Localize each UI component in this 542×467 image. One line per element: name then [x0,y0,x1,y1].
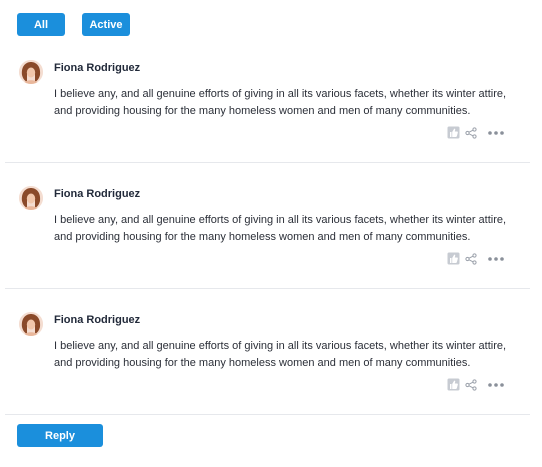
comment-text: I believe any, and all genuine efforts o… [54,340,507,369]
more-dots-icon[interactable] [487,127,505,139]
avatar[interactable] [19,312,43,336]
comment-author[interactable]: Fiona Rodriguez [54,314,140,326]
share-icon[interactable] [465,378,477,391]
divider [5,414,530,415]
thumbs-up-icon[interactable] [447,252,460,265]
avatar-image [19,186,43,210]
comment-author[interactable]: Fiona Rodriguez [54,188,140,200]
comment-author[interactable]: Fiona Rodriguez [54,62,140,74]
comment-text: I believe any, and all genuine efforts o… [54,214,507,243]
filter-active-button[interactable]: Active [82,13,130,36]
share-icon[interactable] [465,252,477,265]
avatar-image [19,312,43,336]
reply-button[interactable]: Reply [17,424,103,447]
thumbs-up-icon[interactable] [447,378,460,391]
more-dots-icon[interactable] [487,253,505,265]
avatar-image [19,60,43,84]
comment-item: Fiona Rodriguez I believe any, and all g… [0,174,542,300]
avatar[interactable] [19,60,43,84]
comment-actions [447,252,505,265]
thumbs-up-icon[interactable] [447,126,460,139]
divider [5,162,530,163]
comment-item: Fiona Rodriguez I believe any, and all g… [0,300,542,426]
avatar[interactable] [19,186,43,210]
divider [5,288,530,289]
more-dots-icon[interactable] [487,379,505,391]
share-icon[interactable] [465,126,477,139]
comment-item: Fiona Rodriguez I believe any, and all g… [0,48,542,174]
comment-actions [447,126,505,139]
filter-all-button[interactable]: All [17,13,65,36]
comment-text: I believe any, and all genuine efforts o… [54,88,507,117]
filter-bar: All Active [17,13,130,36]
comment-actions [447,378,505,391]
